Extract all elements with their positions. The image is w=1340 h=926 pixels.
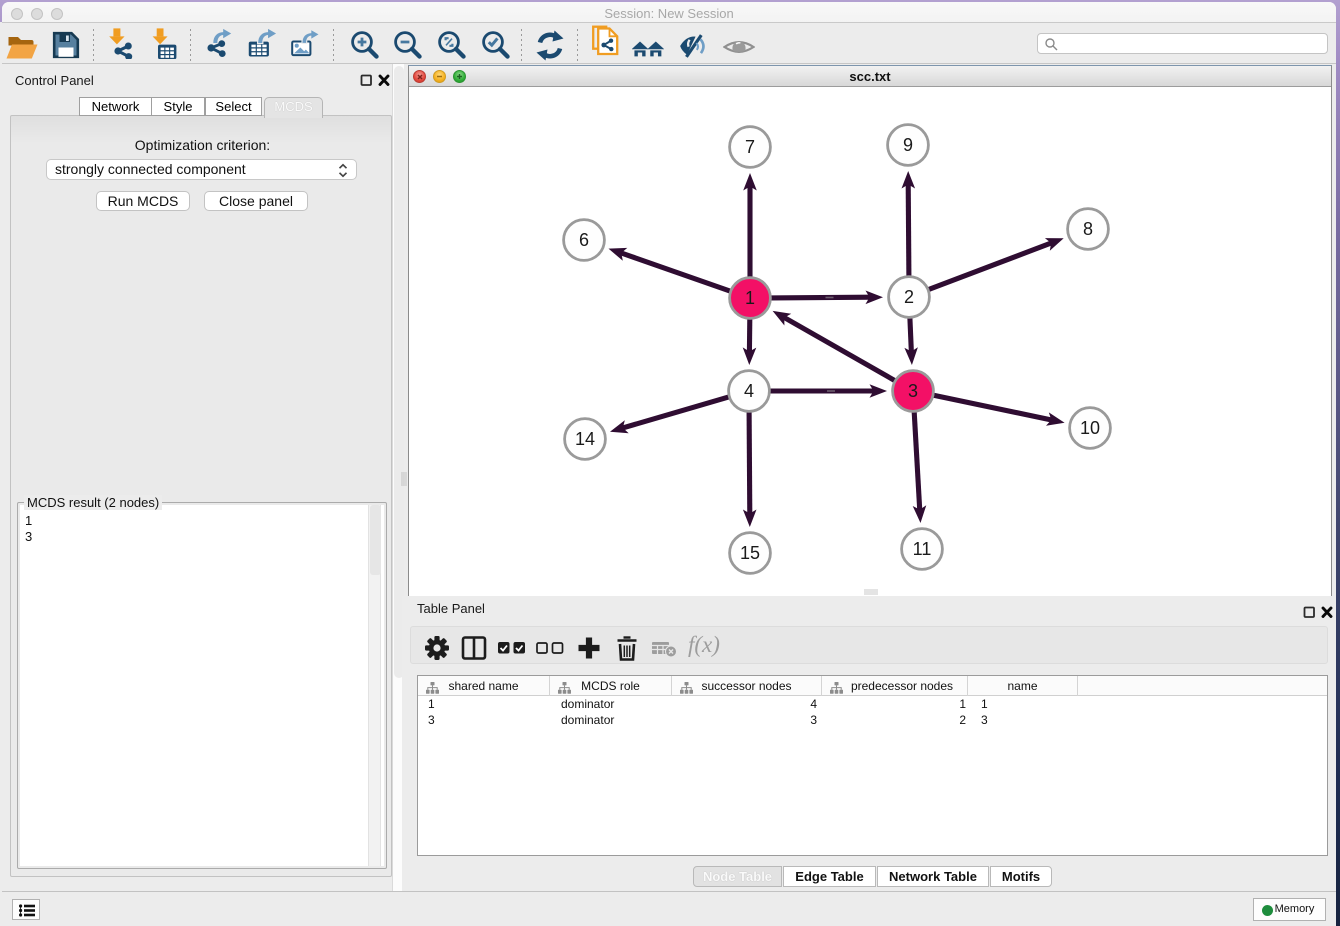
svg-text:7: 7 [745, 137, 755, 157]
svg-text:9: 9 [903, 135, 913, 155]
svg-text:3: 3 [908, 381, 918, 401]
svg-text:4: 4 [744, 381, 754, 401]
svg-text:14: 14 [575, 429, 595, 449]
svg-text:6: 6 [579, 230, 589, 250]
svg-text:2: 2 [904, 287, 914, 307]
svg-text:8: 8 [1083, 219, 1093, 239]
svg-text:10: 10 [1080, 418, 1100, 438]
svg-text:15: 15 [740, 543, 760, 563]
svg-text:11: 11 [913, 539, 932, 559]
svg-text:1: 1 [745, 288, 755, 308]
